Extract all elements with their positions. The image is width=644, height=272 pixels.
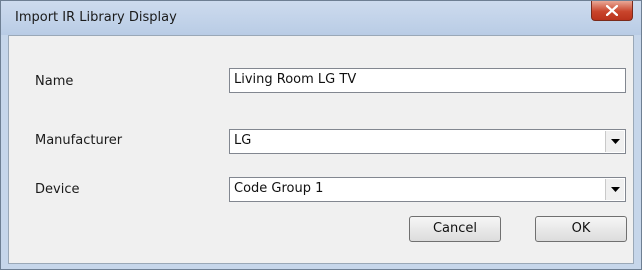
- name-field-value: Living Room LG TV: [234, 72, 357, 87]
- device-select[interactable]: Code Group 1: [229, 177, 626, 202]
- name-field[interactable]: Living Room LG TV: [229, 68, 626, 93]
- ok-button[interactable]: OK: [535, 216, 627, 242]
- name-label: Name: [35, 74, 74, 89]
- close-button[interactable]: [591, 1, 633, 21]
- cancel-button[interactable]: Cancel: [409, 216, 501, 242]
- manufacturer-dropdown-button[interactable]: [605, 131, 624, 152]
- chevron-down-icon: [611, 139, 620, 144]
- chevron-down-icon: [611, 187, 620, 192]
- title-bar[interactable]: Import IR Library Display: [1, 1, 641, 35]
- device-select-value: Code Group 1: [234, 181, 324, 196]
- manufacturer-select[interactable]: LG: [229, 129, 626, 154]
- close-icon: [606, 5, 618, 16]
- dialog-content: Name Living Room LG TV Manufacturer LG D…: [8, 35, 634, 264]
- window-title: Import IR Library Display: [15, 10, 177, 25]
- manufacturer-select-value: LG: [234, 133, 252, 148]
- device-label: Device: [35, 182, 80, 197]
- manufacturer-label: Manufacturer: [35, 133, 123, 148]
- device-dropdown-button[interactable]: [605, 179, 624, 200]
- dialog-window: Import IR Library Display Name Living Ro…: [0, 0, 642, 270]
